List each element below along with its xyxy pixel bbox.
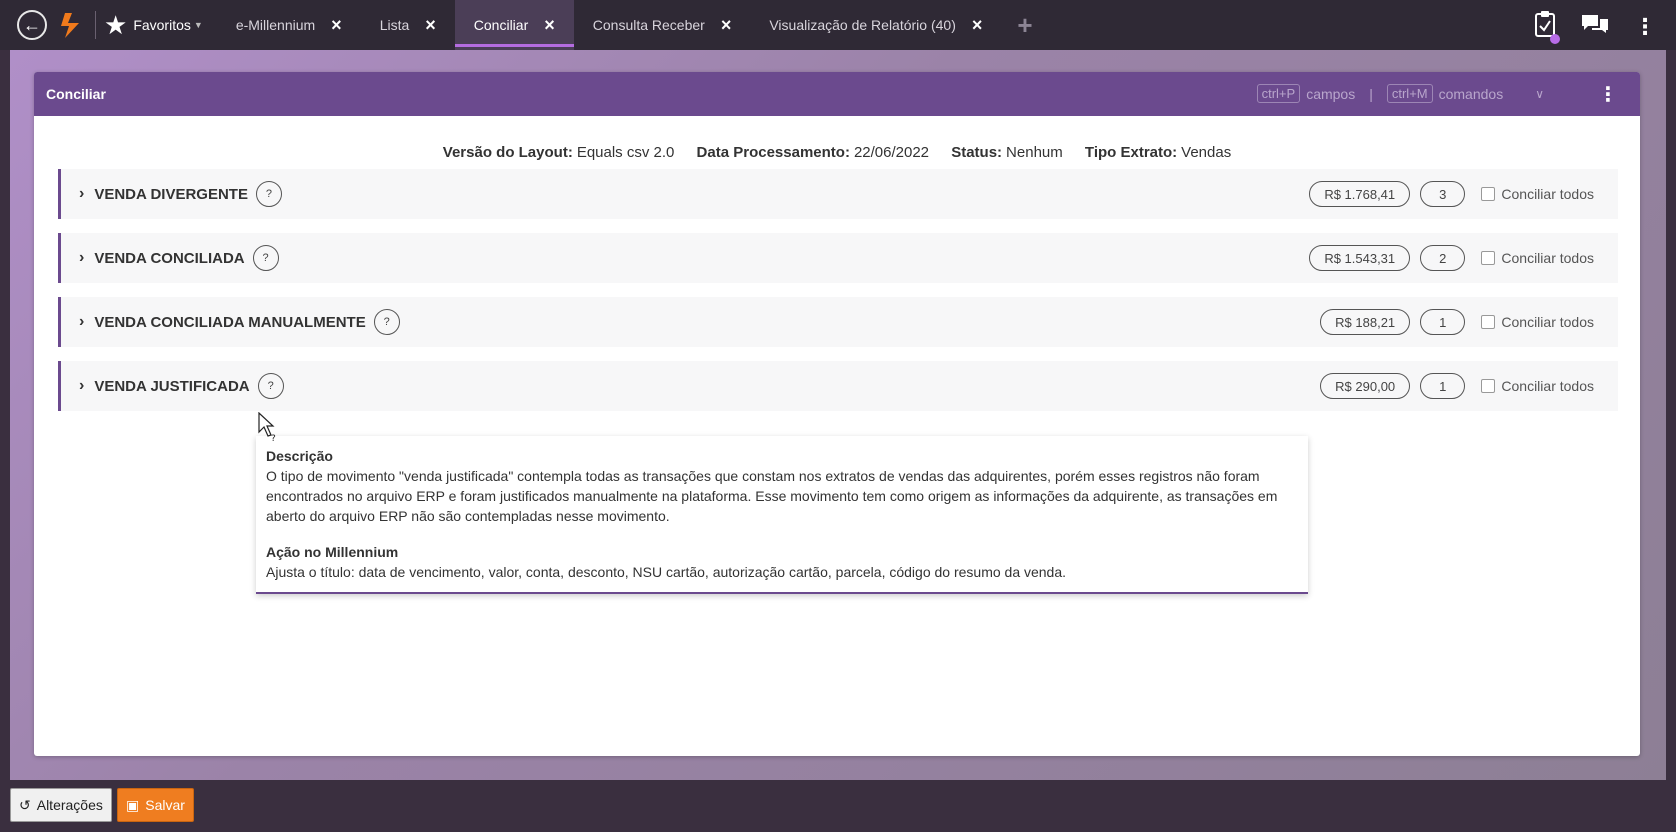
chevron-right-icon[interactable]: ›	[79, 185, 84, 203]
count-badge: 2	[1420, 245, 1466, 271]
section-summary: R$ 1.543,31 2 Conciliar todos	[1309, 245, 1594, 271]
shortcut-hint: ctrl+P campos | ctrl+M comandos ∨	[1256, 84, 1544, 103]
notification-dot	[1550, 34, 1560, 44]
tooltip-desc-title: Descrição	[266, 448, 333, 464]
mouse-cursor-icon: ?	[258, 412, 276, 442]
tab-e-millennium[interactable]: e-Millennium ×	[217, 0, 361, 50]
conciliar-todos-label[interactable]: Conciliar todos	[1501, 250, 1594, 266]
save-label: Salvar	[145, 797, 185, 813]
logo-icon[interactable]	[59, 10, 85, 40]
tab-label: Consulta Receber	[592, 17, 705, 33]
save-button[interactable]: ▣ Salvar	[117, 788, 194, 822]
section-summary: R$ 1.768,41 3 Conciliar todos	[1309, 181, 1594, 207]
conciliar-todos-label[interactable]: Conciliar todos	[1501, 378, 1594, 394]
help-tooltip: Descrição O tipo de movimento "venda jus…	[256, 436, 1308, 594]
type-value: Vendas	[1181, 144, 1232, 161]
kbd-ctrl-m: ctrl+M	[1386, 84, 1433, 103]
save-icon: ▣	[126, 796, 140, 813]
count-badge: 3	[1420, 181, 1466, 207]
status-value: Nenhum	[1006, 144, 1063, 161]
count-badge: 1	[1420, 373, 1466, 399]
section-title: VENDA CONCILIADA MANUALMENTE	[94, 313, 366, 331]
hint-separator: |	[1369, 85, 1373, 102]
panel-header: Conciliar ctrl+P campos | ctrl+M comando…	[34, 72, 1640, 116]
chevron-down-icon[interactable]: ∨	[1535, 87, 1544, 101]
tab-consulta-receber[interactable]: Consulta Receber ×	[574, 0, 751, 50]
chevron-right-icon[interactable]: ›	[79, 377, 84, 395]
section-venda-conciliada-manualmente[interactable]: › VENDA CONCILIADA MANUALMENTE ? R$ 188,…	[58, 297, 1618, 347]
history-icon: ↺	[19, 796, 31, 813]
amount-badge: R$ 290,00	[1320, 373, 1411, 399]
bottom-bar: ↺ Alterações ▣ Salvar	[0, 780, 1676, 832]
tooltip-desc-text: O tipo de movimento "venda justificada" …	[266, 468, 1278, 524]
clipboard-icon[interactable]	[1534, 10, 1560, 44]
chevron-down-icon: ▼	[193, 20, 203, 30]
amount-badge: R$ 1.768,41	[1309, 181, 1411, 207]
tab-label: Conciliar	[473, 17, 529, 33]
tooltip-action-title: Ação no Millennium	[266, 544, 399, 560]
hint-campos[interactable]: campos	[1306, 86, 1355, 102]
layout-value: Equals csv 2.0	[576, 144, 675, 161]
conciliar-todos-checkbox[interactable]	[1481, 251, 1496, 265]
status-label: Status:	[951, 144, 1003, 161]
tab-label: Visualização de Relatório (40)	[769, 17, 956, 33]
section-venda-conciliada[interactable]: › VENDA CONCILIADA ? R$ 1.543,31 2 Conci…	[58, 233, 1618, 283]
date-label: Data Processamento:	[696, 144, 850, 161]
close-icon[interactable]: ×	[544, 15, 555, 36]
chevron-right-icon[interactable]: ›	[79, 313, 84, 331]
changes-button[interactable]: ↺ Alterações	[10, 788, 112, 822]
section-summary: R$ 290,00 1 Conciliar todos	[1320, 373, 1594, 399]
section-summary: R$ 188,21 1 Conciliar todos	[1320, 309, 1594, 335]
close-icon[interactable]: ×	[721, 15, 732, 36]
processing-info: Versão do Layout: Equals csv 2.0 Data Pro…	[34, 144, 1640, 161]
close-icon[interactable]: ×	[425, 15, 436, 36]
section-venda-divergente[interactable]: › VENDA DIVERGENTE ? R$ 1.768,41 3 Conci…	[58, 169, 1618, 219]
chevron-right-icon[interactable]: ›	[79, 249, 84, 267]
tab-conciliar[interactable]: Conciliar ×	[454, 0, 574, 50]
help-icon[interactable]: ?	[252, 245, 279, 271]
favorites-menu[interactable]: ★ Favoritos ▼	[104, 12, 203, 38]
changes-label: Alterações	[36, 797, 103, 813]
conciliar-todos-label[interactable]: Conciliar todos	[1501, 186, 1594, 202]
amount-badge: R$ 1.543,31	[1309, 245, 1411, 271]
conciliar-todos-checkbox[interactable]	[1481, 315, 1496, 329]
close-icon[interactable]: ×	[972, 15, 983, 36]
tab-label: e-Millennium	[235, 17, 316, 33]
divider	[95, 11, 96, 39]
section-title: VENDA DIVERGENTE	[94, 185, 248, 203]
chat-icon[interactable]	[1580, 12, 1610, 42]
conciliar-todos-label[interactable]: Conciliar todos	[1501, 314, 1594, 330]
conciliar-todos-checkbox[interactable]	[1481, 187, 1496, 201]
tab-lista[interactable]: Lista ×	[361, 0, 455, 50]
date-value: 22/06/2022	[853, 144, 930, 161]
tooltip-action-text: Ajusta o título: data de vencimento, val…	[266, 564, 1067, 580]
help-icon[interactable]: ?	[255, 181, 282, 207]
amount-badge: R$ 188,21	[1320, 309, 1411, 335]
hint-comandos[interactable]: comandos	[1439, 86, 1504, 102]
panel-title: Conciliar	[46, 86, 106, 102]
top-right-actions: ⋮	[1534, 10, 1656, 44]
tab-bar: e-Millennium × Lista × Conciliar × Consu…	[217, 0, 1033, 50]
type-label: Tipo Extrato:	[1084, 144, 1178, 161]
more-vert-icon[interactable]: ⋮	[1634, 14, 1656, 40]
help-icon[interactable]: ?	[373, 309, 400, 335]
back-arrow-icon[interactable]: ←	[17, 10, 47, 40]
tab-label: Lista	[379, 17, 410, 33]
section-venda-justificada[interactable]: › VENDA JUSTIFICADA ? R$ 290,00 1 Concil…	[58, 361, 1618, 411]
star-icon: ★	[104, 10, 128, 40]
count-badge: 1	[1420, 309, 1466, 335]
svg-text:?: ?	[271, 434, 276, 442]
close-icon[interactable]: ×	[331, 15, 342, 36]
plus-icon[interactable]: +	[1017, 0, 1032, 50]
section-title: VENDA JUSTIFICADA	[94, 377, 250, 395]
top-bar: ← ★ Favoritos ▼ e-Millennium × Lista × C…	[0, 0, 1676, 50]
tab-visualizacao-relatorio[interactable]: Visualização de Relatório (40) ×	[750, 0, 1001, 50]
more-vert-icon[interactable]: ⋮	[1598, 82, 1618, 107]
layout-label: Versão do Layout:	[442, 144, 573, 161]
favorites-label: Favoritos	[133, 17, 191, 33]
help-icon[interactable]: ?	[257, 373, 284, 399]
section-title: VENDA CONCILIADA	[94, 249, 245, 267]
kbd-ctrl-p: ctrl+P	[1256, 84, 1301, 103]
conciliar-todos-checkbox[interactable]	[1481, 379, 1496, 393]
